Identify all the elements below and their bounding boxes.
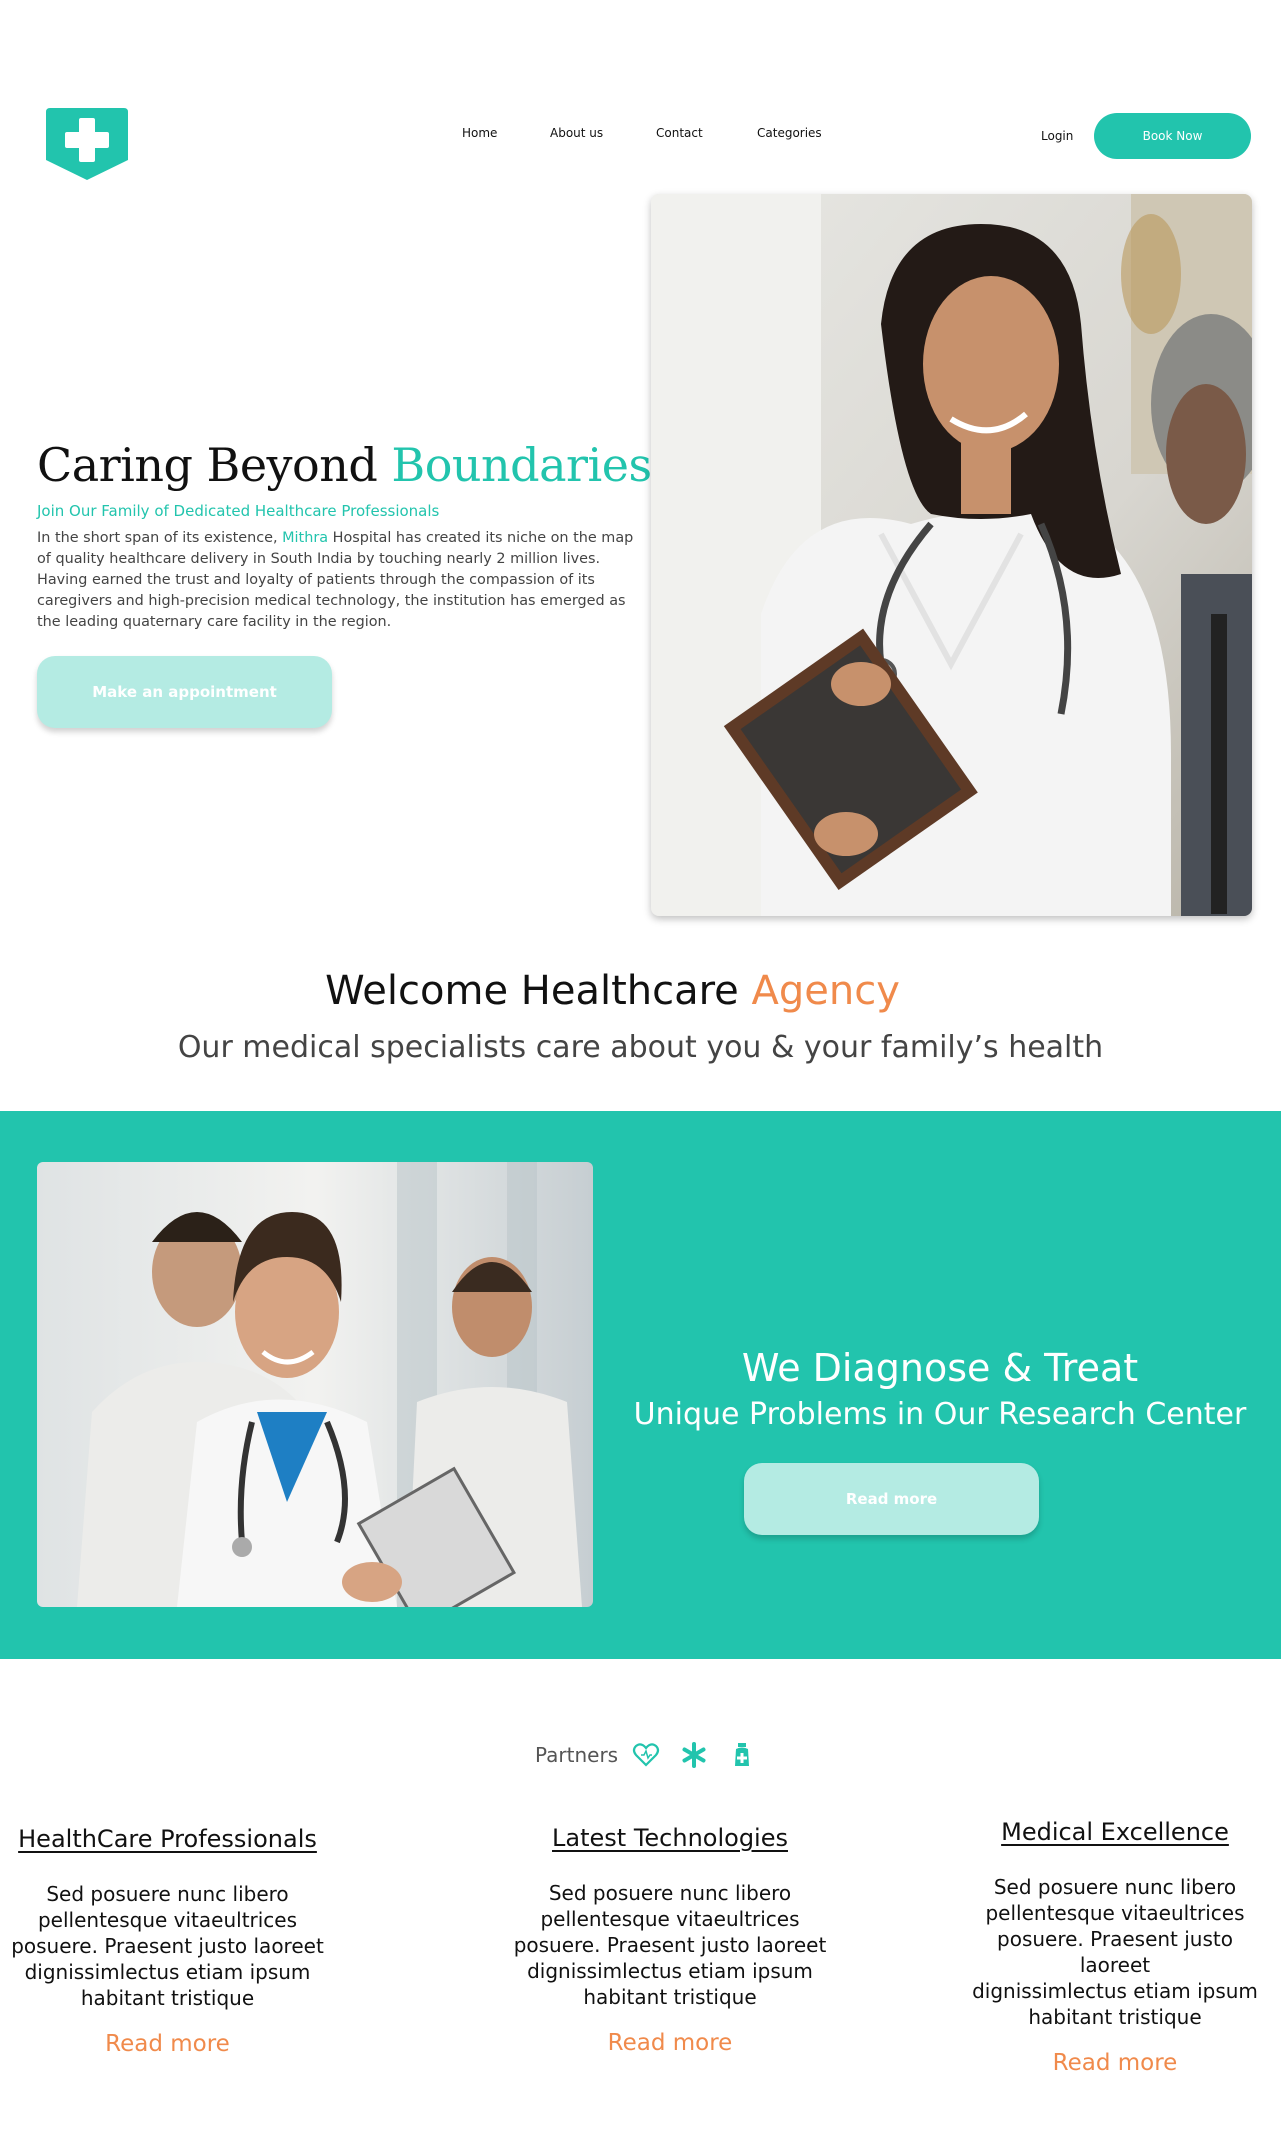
feature-read-more-link[interactable]: Read more <box>0 2031 335 2057</box>
nav-link-home[interactable]: Home <box>462 126 497 140</box>
feature-line: habitant tristique <box>1028 2005 1202 2029</box>
make-appointment-button[interactable]: Make an appointment <box>37 656 332 728</box>
hero-title: Caring Beyond Boundaries <box>37 438 652 492</box>
feature-read-more-link[interactable]: Read more <box>960 2050 1270 2076</box>
feature-healthcare-professionals: HealthCare Professionals Sed posuere nun… <box>0 1825 335 2057</box>
diagnose-title: We Diagnose & Treat <box>741 1346 1139 1390</box>
feature-line: habitant tristique <box>80 1986 255 2010</box>
nav-link-contact[interactable]: Contact <box>656 126 703 140</box>
feature-read-more-link[interactable]: Read more <box>505 2030 835 2056</box>
main-nav: Home About us Contact Categories <box>0 126 1281 146</box>
feature-description: Sed posuere nunc libero pellentesque vit… <box>960 1874 1270 2030</box>
book-now-button[interactable]: Book Now <box>1094 113 1251 159</box>
medical-team-image <box>37 1162 593 1607</box>
diagnose-section: We Diagnose & Treat Unique Problems in O… <box>0 1111 1281 1659</box>
read-more-button[interactable]: Read more <box>744 1463 1039 1535</box>
feature-title[interactable]: Medical Excellence <box>960 1818 1270 1846</box>
feature-title[interactable]: Latest Technologies <box>505 1824 835 1852</box>
feature-line: dignissimlectus etiam ipsum <box>527 1959 813 1983</box>
feature-line: Sed posuere nunc libero <box>548 1881 792 1905</box>
feature-medical-excellence: Medical Excellence Sed posuere nunc libe… <box>960 1818 1270 2076</box>
welcome-title-accent: Agency <box>751 968 900 1014</box>
doctor-hero-image <box>651 194 1252 916</box>
medicine-bottle-icon[interactable] <box>728 1741 756 1769</box>
feature-line: pellentesque vitaeultrices <box>985 1901 1245 1925</box>
nav-link-categories[interactable]: Categories <box>757 126 822 140</box>
feature-description: Sed posuere nunc libero pellentesque vit… <box>505 1880 835 2010</box>
feature-title[interactable]: HealthCare Professionals <box>0 1825 335 1853</box>
partners-label: Partners <box>535 1743 619 1767</box>
welcome-subtitle: Our medical specialists care about you &… <box>177 1030 1104 1065</box>
welcome-title: Welcome Healthcare Agency <box>0 968 1225 1014</box>
asterisk-icon[interactable] <box>680 1741 708 1769</box>
feature-line: dignissimlectus etiam ipsum <box>24 1960 311 1984</box>
feature-line: dignissimlectus etiam ipsum <box>972 1979 1258 2003</box>
hero-description: In the short span of its existence, Mith… <box>37 528 649 633</box>
hero-body-brand: Mithra <box>282 530 329 546</box>
feature-line: habitant tristique <box>583 1985 757 2009</box>
feature-line: Sed posuere nunc libero <box>993 1875 1237 1899</box>
hero-title-accent: Boundaries <box>391 438 652 492</box>
feature-line: posuere. Praesent justo laoreet <box>997 1927 1233 1977</box>
hero-body-pre: In the short span of its existence, <box>37 530 278 546</box>
feature-line: pellentesque vitaeultrices <box>37 1908 298 1932</box>
heart-icon[interactable] <box>632 1741 660 1769</box>
feature-latest-technologies: Latest Technologies Sed posuere nunc lib… <box>505 1824 835 2056</box>
feature-line: posuere. Praesent justo laoreet <box>513 1933 827 1957</box>
feature-line: Sed posuere nunc libero <box>46 1882 289 1906</box>
partners-row: Partners <box>535 1740 776 1770</box>
nav-link-about[interactable]: About us <box>550 126 603 140</box>
login-link[interactable]: Login <box>1041 129 1073 143</box>
welcome-title-main: Welcome Healthcare <box>325 968 739 1014</box>
hero-subtitle: Join Our Family of Dedicated Healthcare … <box>37 502 440 520</box>
feature-line: posuere. Praesent justo laoreet <box>11 1934 324 1958</box>
feature-description: Sed posuere nunc libero pellentesque vit… <box>0 1881 335 2011</box>
hero-title-main: Caring Beyond <box>37 438 378 492</box>
feature-line: pellentesque vitaeultrices <box>540 1907 800 1931</box>
diagnose-subtitle: Unique Problems in Our Research Center <box>633 1397 1247 1432</box>
